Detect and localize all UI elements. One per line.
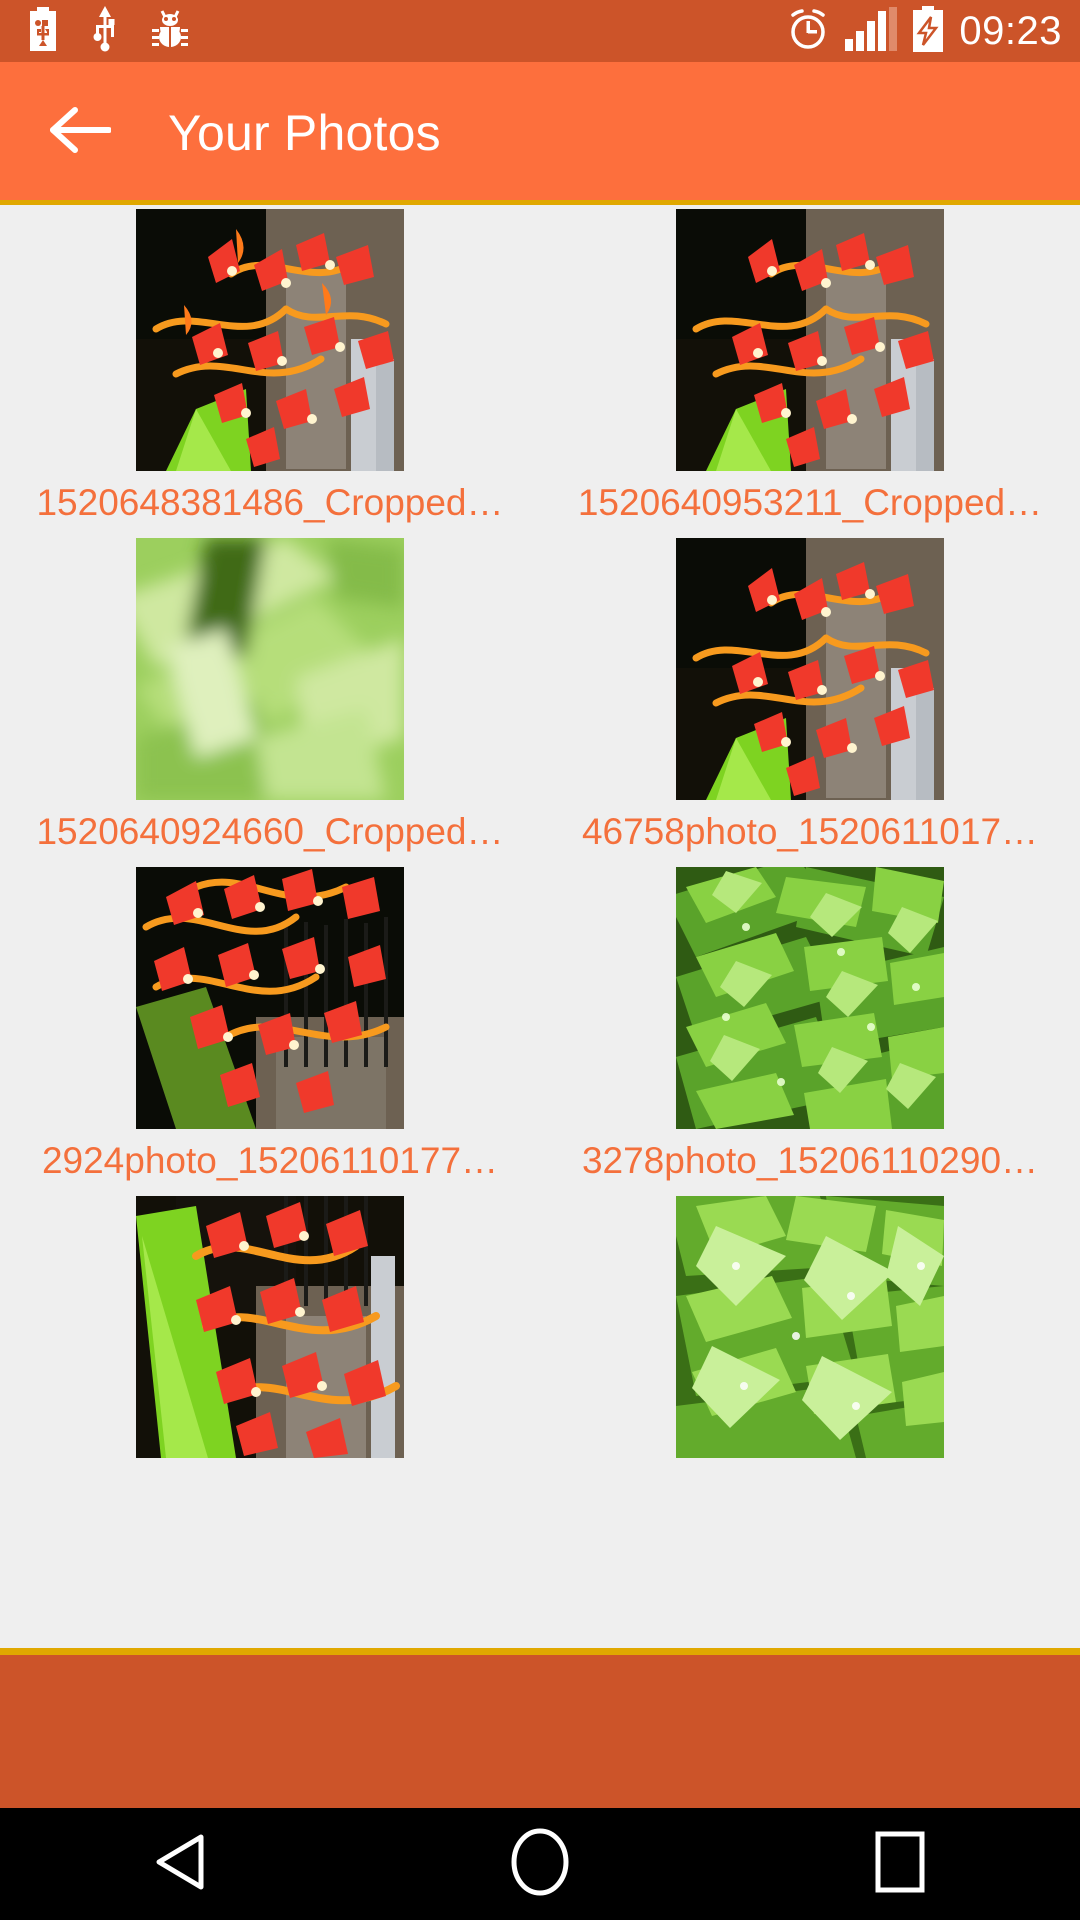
photo-grid-item[interactable]: 1520640953211_Cropped…: [540, 205, 1080, 534]
android-navigation-bar: [0, 1808, 1080, 1920]
photo-grid-item[interactable]: 3278photo_15206110290…: [540, 863, 1080, 1192]
photo-thumbnail[interactable]: [676, 538, 944, 800]
photo-thumbnail[interactable]: [136, 538, 404, 800]
status-bar: 09:23: [0, 0, 1080, 62]
photo-grid-item[interactable]: [540, 1192, 1080, 1521]
photo-caption: 1520648381486_Cropped…: [36, 483, 504, 523]
back-button[interactable]: [32, 85, 128, 181]
photo-thumbnail[interactable]: [136, 1196, 404, 1458]
status-bar-right-icons: 09:23: [785, 5, 1062, 57]
phone-screen: 09:23 Your Photos 1520648381486_Cropped……: [0, 0, 1080, 1920]
nav-home-button[interactable]: [465, 1808, 615, 1920]
status-bar-clock: 09:23: [959, 9, 1062, 53]
bug-icon: [152, 7, 188, 56]
photo-caption: 1520640924660_Cropped…: [36, 812, 504, 852]
photo-grid-item[interactable]: [0, 1192, 540, 1521]
usb-battery-icon: [28, 6, 58, 56]
photo-thumbnail[interactable]: [136, 209, 404, 471]
square-icon: [872, 1829, 928, 1900]
photo-caption: 46758photo_1520611017…: [581, 812, 1039, 852]
battery-charging-icon: [911, 5, 945, 57]
triangle-left-icon: [151, 1832, 209, 1897]
photo-thumbnail[interactable]: [676, 209, 944, 471]
photo-grid-item[interactable]: 46758photo_1520611017…: [540, 534, 1080, 863]
status-bar-left-icons: [28, 5, 188, 57]
nav-back-button[interactable]: [105, 1808, 255, 1920]
photo-grid-item[interactable]: 1520640924660_Cropped…: [0, 534, 540, 863]
bottom-divider: [0, 1648, 1080, 1655]
photo-thumbnail[interactable]: [676, 1196, 944, 1458]
photo-thumbnail[interactable]: [136, 867, 404, 1129]
photo-grid-item[interactable]: 1520648381486_Cropped…: [0, 205, 540, 534]
photo-grid: 1520648381486_Cropped… 1520640953211_Cro…: [0, 205, 1080, 1521]
photo-caption: 2924photo_15206110177…: [41, 1141, 499, 1181]
photo-caption: 1520640953211_Cropped…: [577, 483, 1043, 523]
photo-gallery-scroll[interactable]: 1520648381486_Cropped… 1520640953211_Cro…: [0, 205, 1080, 1648]
bottom-bar: [0, 1655, 1080, 1808]
page-title: Your Photos: [168, 104, 441, 161]
app-bar: Your Photos: [0, 62, 1080, 203]
arrow-left-icon: [49, 106, 112, 159]
photo-thumbnail[interactable]: [676, 867, 944, 1129]
circle-icon: [509, 1828, 571, 1901]
photo-grid-item[interactable]: 2924photo_15206110177…: [0, 863, 540, 1192]
signal-bars-icon: [845, 6, 898, 56]
photo-caption: 3278photo_15206110290…: [581, 1141, 1039, 1181]
alarm-clock-icon: [785, 6, 831, 57]
nav-recents-button[interactable]: [825, 1808, 975, 1920]
usb-icon: [90, 5, 120, 57]
